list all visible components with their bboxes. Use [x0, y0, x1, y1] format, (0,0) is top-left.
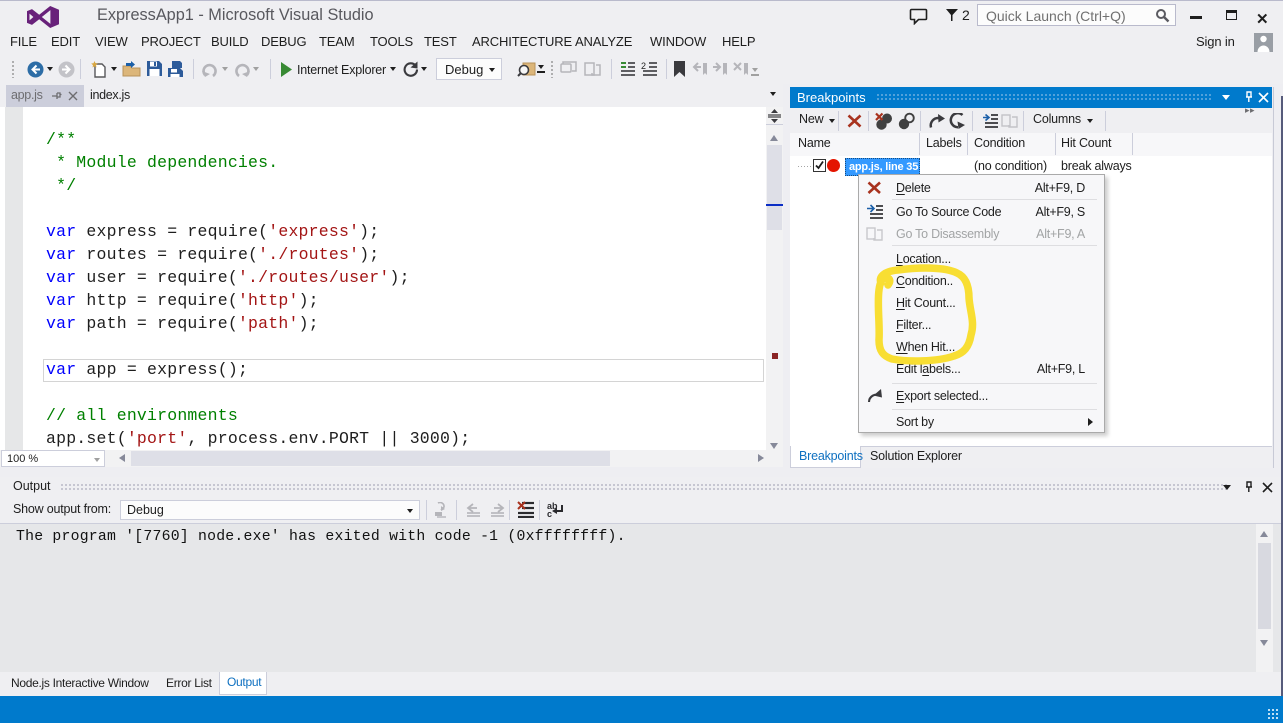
svg-text:2: 2: [641, 61, 646, 71]
svg-text:c: c: [547, 509, 552, 518]
